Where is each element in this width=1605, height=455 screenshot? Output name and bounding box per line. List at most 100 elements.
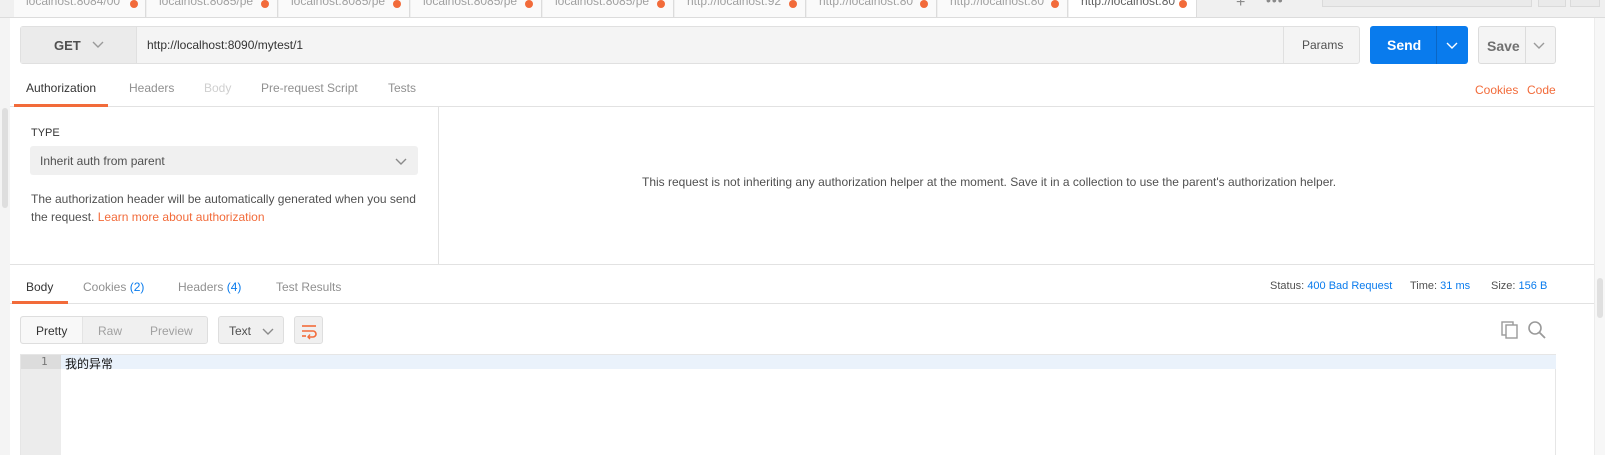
resp-tab-headers-label: Headers [178, 280, 224, 294]
status-info: Status: 400 Bad Request [1270, 280, 1392, 292]
tab-label: http://localhost:80 [1081, 0, 1176, 8]
params-button[interactable]: Params [1283, 27, 1360, 63]
request-tab[interactable]: http://localhost:80 [938, 0, 1068, 17]
code-link[interactable]: Code [1527, 83, 1556, 97]
resp-tab-headers[interactable]: Headers (4) [178, 280, 241, 294]
environment-quick-look-button[interactable] [1538, 0, 1566, 7]
request-tab[interactable]: http://localhost:92 [675, 0, 806, 17]
copy-icon[interactable] [1500, 320, 1520, 340]
response-body-text: 我的异常 [65, 357, 114, 371]
auth-type-label: TYPE [31, 127, 60, 139]
resp-tab-cookies-label: Cookies [83, 280, 127, 294]
section-divider [10, 264, 1594, 265]
right-scrollbar[interactable] [1594, 18, 1605, 455]
wrap-lines-icon [302, 325, 317, 340]
more-tabs-icon[interactable]: ••• [1266, 0, 1284, 8]
resp-tab-test-results[interactable]: Test Results [276, 280, 341, 294]
response-tabs: Body Cookies (2) Headers (4) Test Result… [10, 275, 1594, 304]
unsaved-dot-icon [920, 0, 928, 8]
view-mode-group: Pretty Raw Preview [20, 316, 208, 344]
size-info: Size: 156 B [1491, 280, 1547, 292]
pretty-button[interactable]: Pretty [36, 324, 67, 338]
scrollbar-thumb[interactable] [1597, 278, 1603, 318]
tab-label: localhost:8085/pe [555, 0, 650, 8]
tab-label: localhost:8085/pe [423, 0, 518, 8]
request-tabs: Authorization Headers Body Pre-request S… [10, 78, 1594, 107]
unsaved-dot-icon [525, 0, 533, 8]
request-tab-active[interactable]: http://localhost:80 [1069, 0, 1197, 17]
scrollbar-thumb[interactable] [2, 108, 8, 208]
send-divider [1436, 26, 1437, 64]
auth-type-value: Inherit auth from parent [40, 154, 165, 168]
auth-helper-message: This request is not inheriting any autho… [642, 175, 1337, 189]
chevron-down-icon [395, 158, 407, 165]
time-info: Time: 31 ms [1410, 280, 1470, 292]
search-icon[interactable] [1527, 320, 1547, 340]
active-line-highlight [61, 355, 1556, 369]
tab-label: http://localhost:80 [950, 0, 1045, 8]
auth-description: The authorization header will be automat… [31, 190, 421, 226]
manage-environments-button[interactable] [1570, 0, 1600, 7]
unsaved-dot-icon [1179, 0, 1187, 8]
response-body-editor[interactable]: 1 我的异常 [20, 354, 1556, 455]
request-tab[interactable]: localhost:8084/00 [14, 0, 146, 17]
line-number-gutter [21, 355, 61, 455]
request-tab[interactable]: localhost:8085/pe [147, 0, 278, 17]
tab-label: localhost:8085/pe [291, 0, 386, 8]
unsaved-dot-icon [1051, 0, 1059, 8]
unsaved-dot-icon [789, 0, 797, 8]
environment-select[interactable] [1322, 0, 1532, 7]
cookies-link[interactable]: Cookies [1475, 83, 1518, 97]
headers-count: (4) [226, 280, 242, 294]
format-select[interactable]: Text [218, 316, 284, 344]
tab-label: localhost:8085/pe [159, 0, 254, 8]
format-value: Text [229, 324, 252, 338]
preview-button[interactable]: Preview [150, 324, 193, 338]
unsaved-dot-icon [393, 0, 401, 8]
time-value: 31 ms [1440, 280, 1471, 292]
chevron-down-icon[interactable] [1445, 38, 1459, 52]
auth-type-select[interactable]: Inherit auth from parent [30, 146, 418, 175]
request-tab[interactable]: http://localhost:80 [807, 0, 937, 17]
left-scrollbar[interactable] [0, 18, 10, 455]
tab-pre-request-script[interactable]: Pre-request Script [261, 81, 358, 95]
raw-button[interactable]: Raw [98, 324, 122, 338]
tab-label: localhost:8084/00 [26, 0, 121, 8]
auth-config-panel: TYPE Inherit auth from parent The author… [10, 107, 439, 265]
line-number: 1 [41, 355, 48, 368]
cookies-count: (2) [129, 280, 145, 294]
tab-label: http://localhost:80 [819, 0, 914, 8]
save-button[interactable]: Save [1478, 26, 1556, 64]
params-label: Params [1302, 38, 1344, 52]
save-label: Save [1487, 38, 1520, 54]
method-select[interactable]: GET [21, 27, 137, 63]
tab-body[interactable]: Body [204, 81, 231, 95]
request-tab[interactable]: localhost:8085/pe [543, 0, 674, 17]
send-label: Send [1387, 37, 1422, 53]
unsaved-dot-icon [130, 0, 138, 8]
new-tab-plus-icon[interactable]: + [1236, 0, 1245, 12]
tab-authorization[interactable]: Authorization [26, 81, 96, 95]
resp-tab-cookies[interactable]: Cookies (2) [83, 280, 144, 294]
active-tab-indicator [12, 301, 68, 304]
unsaved-dot-icon [657, 0, 665, 8]
send-button[interactable]: Send [1370, 26, 1468, 64]
request-tab[interactable]: localhost:8085/pe [279, 0, 410, 17]
time-label: Time: [1410, 280, 1438, 292]
url-bar: GET http://localhost:8090/mytest/1 Param… [20, 26, 1360, 64]
resp-tab-body[interactable]: Body [26, 280, 53, 294]
method-label: GET [54, 38, 81, 53]
size-value: 156 B [1518, 280, 1548, 292]
tab-headers[interactable]: Headers [129, 81, 174, 95]
chevron-down-icon[interactable] [1532, 38, 1546, 52]
save-divider [1525, 27, 1526, 63]
status-label: Status: [1270, 280, 1305, 292]
tab-tests[interactable]: Tests [388, 81, 416, 95]
size-label: Size: [1491, 280, 1516, 292]
chevron-down-icon [262, 328, 274, 335]
request-tab[interactable]: localhost:8085/pe [411, 0, 542, 17]
tab-label: http://localhost:92 [687, 0, 782, 8]
learn-more-auth-link[interactable]: Learn more about authorization [98, 210, 265, 224]
wrap-lines-button[interactable] [294, 316, 323, 344]
url-input[interactable]: http://localhost:8090/mytest/1 [147, 38, 303, 52]
